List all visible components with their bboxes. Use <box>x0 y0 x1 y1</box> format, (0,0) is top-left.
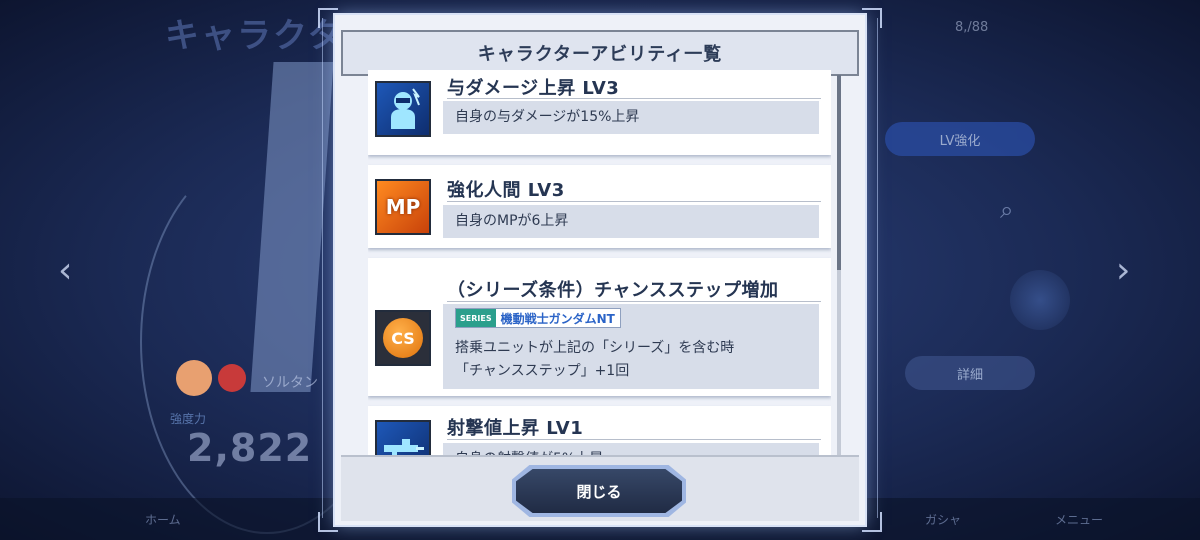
bg-bottom-label: ホーム <box>145 513 181 527</box>
ability-card: 与ダメージ上昇 LV3 自身の与ダメージが15%上昇 <box>368 70 831 155</box>
ability-description: 自身のMPが6上昇 <box>443 205 819 238</box>
bg-search-icon: ⌕ <box>1000 196 1014 224</box>
bg-bottom-label: ガシャ <box>925 513 962 527</box>
bg-stat-label: 強度力 <box>170 412 207 426</box>
cs-icon: CS <box>375 310 431 366</box>
shield-figure-icon <box>375 81 431 137</box>
ability-card: 射撃値上昇 LV1 自身の射撃値が5%上昇 <box>368 406 831 455</box>
ability-title: （シリーズ条件）チャンスステップ増加 <box>447 280 779 301</box>
bg-detail-button: 詳細 <box>905 356 1035 390</box>
dialog-title: キャラクターアビリティ一覧 <box>477 44 723 65</box>
ability-card: CS （シリーズ条件）チャンスステップ増加 SERIES 機動戦士ガンダムNT … <box>368 258 831 396</box>
bg-badge-icon <box>218 364 246 392</box>
dialog-footer: 閉じる <box>341 455 859 521</box>
rifle-icon <box>375 420 431 455</box>
ability-title: 与ダメージ上昇 LV3 <box>447 78 620 99</box>
ability-description: SERIES 機動戦士ガンダムNT 搭乗ユニットが上記の「シリーズ」を含む時 「… <box>443 304 819 389</box>
ability-list-dialog: キャラクターアビリティ一覧 与ダメージ上昇 LV3 自身の与ダメージが15%上昇… <box>335 15 865 525</box>
bg-lv-button: LV強化 <box>885 122 1035 156</box>
bg-stat-value: 2,822 <box>187 426 313 470</box>
ability-list[interactable]: 与ダメージ上昇 LV3 自身の与ダメージが15%上昇 MP 強化人間 LV3 自… <box>368 70 831 455</box>
bg-glow <box>1010 270 1070 330</box>
ability-title: 強化人間 LV3 <box>447 180 565 201</box>
ability-title: 射撃値上昇 LV1 <box>447 418 584 439</box>
series-tag: SERIES <box>456 309 496 327</box>
mp-icon: MP <box>375 179 431 235</box>
title-divider <box>447 98 821 99</box>
bg-character-name: ソルタン <box>262 375 318 391</box>
series-badge: SERIES 機動戦士ガンダムNT <box>455 308 621 328</box>
bg-count: 8,/88 <box>955 20 989 35</box>
right-arrow-icon: › <box>1116 250 1131 291</box>
frame-line-right <box>877 18 878 518</box>
ability-card: MP 強化人間 LV3 自身のMPが6上昇 <box>368 165 831 248</box>
ability-description: 自身の射撃値が5%上昇 <box>443 443 819 455</box>
description-line: 搭乗ユニットが上記の「シリーズ」を含む時 <box>455 340 735 356</box>
frame-line-left <box>322 18 323 518</box>
bg-avatar <box>176 360 212 396</box>
title-divider <box>447 201 821 202</box>
close-button[interactable]: 閉じる <box>516 469 682 513</box>
scrollbar[interactable] <box>837 75 841 455</box>
frame-corner <box>862 8 882 28</box>
bg-bottom-label: メニュー <box>1055 513 1104 527</box>
title-divider <box>447 301 821 302</box>
frame-corner <box>862 512 882 532</box>
scrollbar-thumb[interactable] <box>837 75 841 270</box>
description-line: 「チャンスステップ」+1回 <box>455 363 630 379</box>
ability-description: 自身の与ダメージが15%上昇 <box>443 101 819 134</box>
left-arrow-icon: ‹ <box>58 250 73 291</box>
series-name: 機動戦士ガンダムNT <box>500 311 615 326</box>
title-divider <box>447 439 821 440</box>
